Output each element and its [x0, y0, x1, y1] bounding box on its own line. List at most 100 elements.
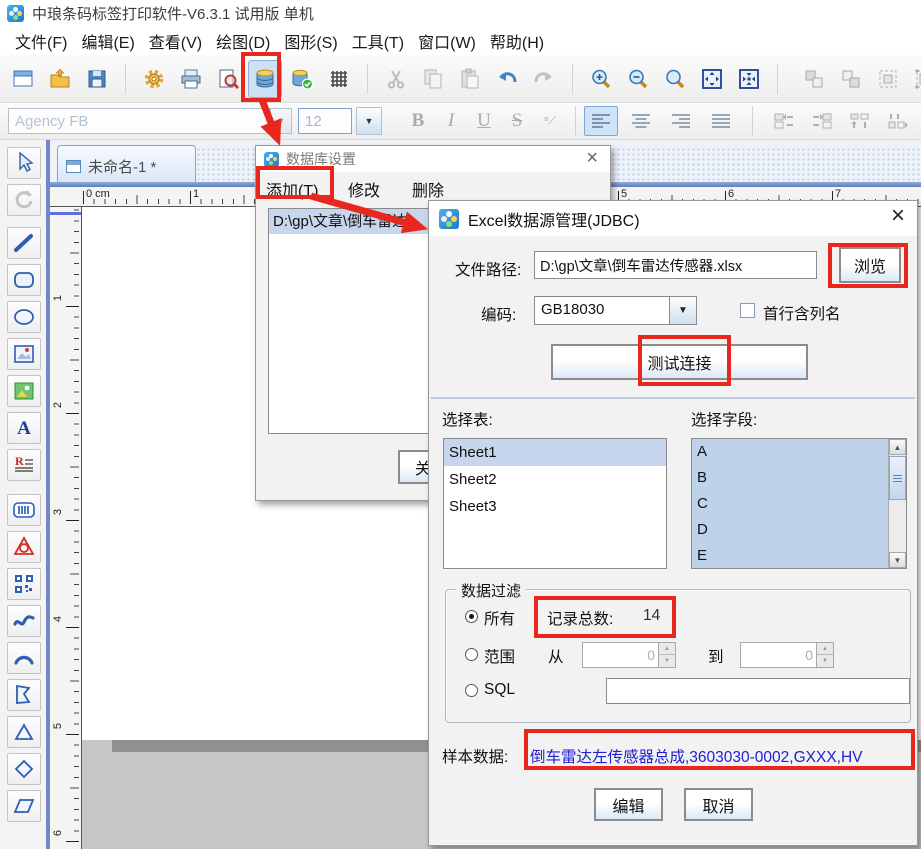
menu-file[interactable]: 文件(F)	[8, 26, 74, 56]
filter-all-radio[interactable]	[465, 610, 478, 623]
spinner-up-icon[interactable]: ▲	[816, 643, 833, 655]
excel-dialog-titlebar[interactable]: Excel数据源管理(JDBC) ×	[429, 201, 917, 236]
range-to-spinner[interactable]: 0 ▲ ▼	[740, 642, 834, 668]
zoom-out-button[interactable]	[621, 60, 655, 98]
line-tool-button[interactable]	[7, 227, 41, 259]
table-option[interactable]: Sheet3	[444, 493, 666, 520]
zoom-in-button[interactable]	[584, 60, 618, 98]
open-file-button[interactable]	[43, 60, 77, 98]
menu-window[interactable]: 窗口(W)	[411, 26, 483, 56]
db-menu-modify[interactable]: 修改	[348, 177, 380, 201]
strikethrough-button[interactable]: S	[501, 106, 533, 136]
underline-button[interactable]: U	[468, 106, 500, 136]
db-dialog-titlebar[interactable]: 数据库设置 ×	[256, 146, 610, 172]
cancel-button[interactable]: 取消	[684, 788, 753, 821]
new-document-button[interactable]	[6, 60, 40, 98]
db-menu-delete[interactable]: 删除	[412, 177, 444, 201]
database-setup-button[interactable]	[248, 60, 282, 98]
align-center-button[interactable]	[624, 106, 658, 136]
ruler-label: 6	[728, 188, 734, 200]
polygon-tool-button[interactable]	[7, 679, 41, 711]
fields-scrollbar[interactable]: ▲ ▼	[888, 439, 906, 568]
fit-page-button[interactable]	[732, 60, 766, 98]
align-justify-button[interactable]	[704, 106, 738, 136]
close-icon[interactable]: ×	[586, 148, 598, 168]
save-button[interactable]	[80, 60, 114, 98]
filter-range-radio[interactable]	[465, 648, 478, 661]
shape-tool-button[interactable]	[7, 531, 41, 563]
italic-button[interactable]: I	[435, 106, 467, 136]
test-connection-button[interactable]: 测试连接	[551, 344, 808, 380]
qrcode-icon	[11, 571, 37, 597]
filter-range-label: 范围	[484, 645, 515, 667]
font-size-arrow-icon[interactable]: ▼	[356, 107, 382, 135]
picture-tool-button[interactable]	[7, 375, 41, 407]
font-name-arrow-icon[interactable]: ▼	[270, 108, 292, 134]
diamond-tool-button[interactable]	[7, 753, 41, 785]
menu-shape[interactable]: 图形(S)	[277, 26, 344, 56]
ellipse-tool-button[interactable]	[7, 301, 41, 333]
field-option[interactable]: A	[692, 439, 888, 465]
db-menu-add[interactable]: 添加(T)	[266, 177, 318, 201]
rounded-rect-tool-button[interactable]	[7, 264, 41, 296]
sql-input[interactable]	[606, 678, 910, 704]
settings-gear-button[interactable]	[137, 60, 171, 98]
edit-button[interactable]: 编辑	[594, 788, 663, 821]
browse-button[interactable]: 浏览	[839, 247, 901, 283]
first-row-checkbox[interactable]	[740, 303, 755, 318]
table-option[interactable]: Sheet2	[444, 466, 666, 493]
chevron-down-icon[interactable]: ▼	[669, 297, 696, 324]
scroll-up-icon[interactable]: ▲	[889, 439, 906, 455]
print-button[interactable]	[174, 60, 208, 98]
scrollbar-thumb[interactable]	[889, 456, 906, 500]
barcode-tool-button[interactable]	[7, 494, 41, 526]
database-connect-button[interactable]	[285, 60, 319, 98]
fit-content-button[interactable]	[695, 60, 729, 98]
rich-text-icon: R	[11, 452, 37, 478]
spinner-down-icon[interactable]: ▼	[658, 655, 675, 667]
font-size-select[interactable]: 12	[298, 108, 352, 134]
image-tool-button[interactable]	[7, 338, 41, 370]
zoom-button[interactable]	[658, 60, 692, 98]
qrcode-tool-button[interactable]	[7, 568, 41, 600]
spinner-up-icon[interactable]: ▲	[658, 643, 675, 655]
select-tool-button[interactable]	[7, 147, 41, 179]
menu-bar: 文件(F) 编辑(E) 查看(V) 绘图(D) 图形(S) 工具(T) 窗口(W…	[0, 27, 921, 55]
table-option[interactable]: Sheet1	[444, 439, 666, 466]
tables-list[interactable]: Sheet1 Sheet2 Sheet3	[443, 438, 667, 569]
grid-button[interactable]	[322, 60, 356, 98]
field-option[interactable]: E	[692, 543, 888, 569]
menu-draw[interactable]: 绘图(D)	[209, 26, 277, 56]
scroll-down-icon[interactable]: ▼	[889, 552, 906, 568]
arc-tool-button[interactable]	[7, 642, 41, 674]
document-tab[interactable]: 未命名-1 *	[57, 145, 196, 187]
spinner-down-icon[interactable]: ▼	[816, 655, 833, 667]
range-from-spinner[interactable]: 0 ▲ ▼	[582, 642, 676, 668]
curve-tool-button[interactable]	[7, 605, 41, 637]
fields-list[interactable]: A B C D E ▲ ▼	[691, 438, 907, 569]
filter-sql-radio[interactable]	[465, 684, 478, 697]
menu-view[interactable]: 查看(V)	[142, 26, 209, 56]
field-option[interactable]: B	[692, 465, 888, 491]
parallelogram-tool-button[interactable]	[7, 790, 41, 822]
font-name-select[interactable]: Agency FB	[8, 108, 270, 134]
file-path-input[interactable]	[534, 251, 817, 279]
rounded-rect-icon	[11, 267, 37, 293]
field-option[interactable]: D	[692, 517, 888, 543]
text-tool-button[interactable]: A	[7, 412, 41, 444]
bold-button[interactable]: B	[402, 106, 434, 136]
field-option[interactable]: C	[692, 491, 888, 517]
menu-tools[interactable]: 工具(T)	[345, 26, 411, 56]
rich-text-tool-button[interactable]: R	[7, 449, 41, 481]
print-preview-button[interactable]	[211, 60, 245, 98]
main-toolbar	[0, 55, 921, 103]
close-icon[interactable]: ×	[891, 204, 905, 228]
align-right-button[interactable]	[664, 106, 698, 136]
triangle-tool-button[interactable]	[7, 716, 41, 748]
encoding-select[interactable]: GB18030 ▼	[534, 296, 697, 325]
undo-button[interactable]	[490, 60, 524, 98]
superscript-button[interactable]: ᴮ⟋	[534, 106, 566, 136]
menu-help[interactable]: 帮助(H)	[483, 26, 551, 56]
menu-edit[interactable]: 编辑(E)	[74, 26, 141, 56]
align-left-button[interactable]	[584, 106, 618, 136]
